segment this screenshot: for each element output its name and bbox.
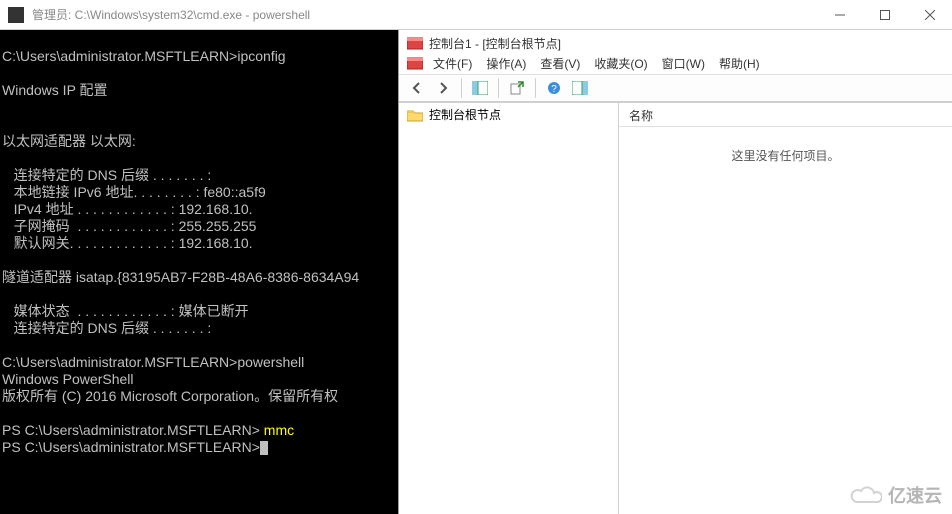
mmc-titlebar: 控制台1 - [控制台根节点] [399, 30, 952, 52]
minimize-button[interactable] [817, 0, 862, 30]
back-button[interactable] [405, 77, 429, 99]
maximize-button[interactable] [862, 0, 907, 30]
toolbar-separator [498, 78, 499, 98]
svg-text:?: ? [551, 84, 557, 95]
detail-pane: 名称 这里没有任何项目。 [619, 103, 952, 514]
tree-root-label: 控制台根节点 [429, 106, 501, 123]
cloud-icon [848, 484, 882, 506]
console-line: PS C:\Users\administrator.MSFTLEARN> mmc [2, 422, 294, 438]
console-line: Windows PowerShell [2, 371, 134, 387]
tree-pane[interactable]: 控制台根节点 [399, 103, 619, 514]
export-list-button[interactable] [505, 77, 529, 99]
forward-button[interactable] [431, 77, 455, 99]
toolbar-separator [461, 78, 462, 98]
watermark: 亿速云 [848, 482, 942, 508]
mmc-doc-icon [407, 56, 423, 70]
showhide-tree-button[interactable] [468, 77, 492, 99]
toolbar-separator [535, 78, 536, 98]
menu-help[interactable]: 帮助(H) [713, 53, 766, 74]
detail-column-header[interactable]: 名称 [619, 103, 952, 127]
console-line: IPv4 地址 . . . . . . . . . . . . : 192.16… [2, 201, 253, 217]
console-line: 子网掩码 . . . . . . . . . . . . : 255.255.2… [2, 218, 256, 234]
console-line: Windows IP 配置 [2, 82, 108, 98]
menu-action[interactable]: 操作(A) [480, 53, 532, 74]
mmc-menubar: 文件(F) 操作(A) 查看(V) 收藏夹(O) 窗口(W) 帮助(H) [399, 52, 952, 74]
menu-favorites[interactable]: 收藏夹(O) [588, 53, 653, 74]
detail-empty-text: 这里没有任何项目。 [619, 127, 952, 514]
mmc-window: 控制台1 - [控制台根节点] 文件(F) 操作(A) 查看(V) 收藏夹(O)… [398, 30, 952, 514]
cursor [260, 441, 268, 455]
console-line: C:\Users\administrator.MSFTLEARN>ipconfi… [2, 48, 286, 64]
menu-file[interactable]: 文件(F) [427, 53, 478, 74]
console-line: 以太网适配器 以太网: [2, 133, 136, 149]
console-line: 本地链接 IPv6 地址. . . . . . . . : fe80::a5f9 [2, 184, 266, 200]
window-title: 管理员: C:\Windows\system32\cmd.exe - power… [32, 6, 817, 23]
close-button[interactable] [907, 0, 952, 30]
console-line: 连接特定的 DNS 后缀 . . . . . . . : [2, 320, 211, 336]
console-prompt: PS C:\Users\administrator.MSFTLEARN> [2, 439, 268, 455]
menu-window[interactable]: 窗口(W) [656, 53, 711, 74]
mmc-app-icon [407, 36, 423, 50]
cmd-icon [8, 7, 24, 23]
mmc-body: 控制台根节点 名称 这里没有任何项目。 [399, 102, 952, 514]
mmc-title: 控制台1 - [控制台根节点] [429, 35, 561, 52]
watermark-text: 亿速云 [888, 482, 942, 508]
help-button[interactable]: ? [542, 77, 566, 99]
console-line: 连接特定的 DNS 后缀 . . . . . . . : [2, 167, 211, 183]
menu-view[interactable]: 查看(V) [534, 53, 586, 74]
console-output[interactable]: C:\Users\administrator.MSFTLEARN>ipconfi… [0, 30, 398, 514]
folder-icon [407, 108, 423, 122]
console-line: 版权所有 (C) 2016 Microsoft Corporation。保留所有… [2, 388, 338, 404]
console-line: 隧道适配器 isatap.{83195AB7-F28B-48A6-8386-86… [2, 269, 359, 285]
typed-command: mmc [264, 422, 294, 438]
console-line: 默认网关. . . . . . . . . . . . . : 192.168.… [2, 235, 253, 251]
console-line: C:\Users\administrator.MSFTLEARN>powersh… [2, 354, 304, 370]
mmc-toolbar: ? [399, 74, 952, 102]
console-line: 媒体状态 . . . . . . . . . . . . : 媒体已断开 [2, 303, 249, 319]
tree-root-item[interactable]: 控制台根节点 [399, 103, 618, 126]
window-controls [817, 0, 952, 30]
show-hide-action-pane-button[interactable] [568, 77, 592, 99]
window-titlebar: 管理员: C:\Windows\system32\cmd.exe - power… [0, 0, 952, 30]
